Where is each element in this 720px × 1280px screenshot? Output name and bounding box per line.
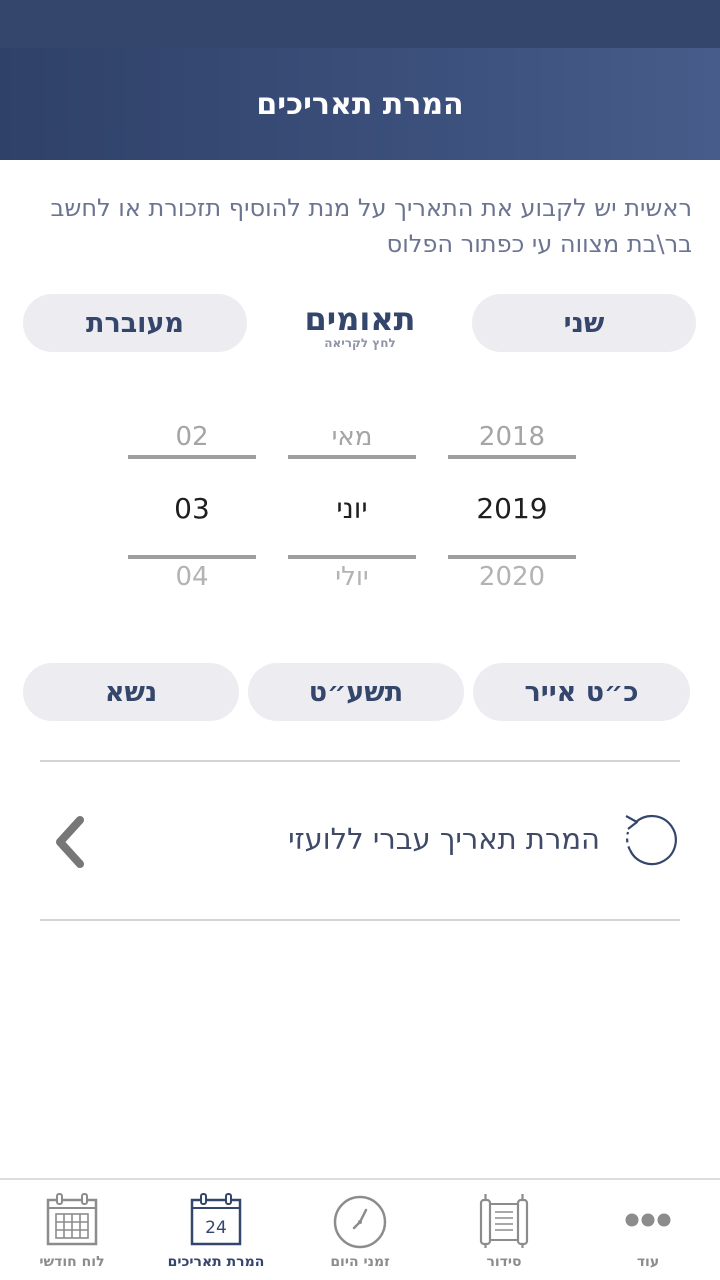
status-bar	[0, 0, 720, 48]
calendar-badge: 24	[205, 1218, 227, 1238]
convert-hebrew-to-gregorian-row[interactable]: המרת תאריך עברי ללועזי	[40, 762, 680, 919]
tab-label: זמני היום	[330, 1254, 390, 1270]
tab-label: עוד	[636, 1254, 660, 1270]
year-next[interactable]: 2020	[448, 562, 576, 592]
day-picker[interactable]: 02 03 04	[128, 410, 256, 600]
tab-date-conversion[interactable]: 24 המרת תאריכים	[144, 1180, 288, 1280]
month-next[interactable]: יולי	[288, 562, 416, 592]
day-next[interactable]: 04	[128, 562, 256, 592]
refresh-icon	[625, 814, 677, 866]
tab-label: לוח חודשי	[39, 1254, 105, 1270]
scroll-icon	[479, 1194, 529, 1248]
tab-monthly-calendar[interactable]: לוח חודשי	[0, 1180, 144, 1280]
tab-label: סידור	[486, 1254, 522, 1270]
more-dots-icon	[625, 1213, 671, 1227]
section-divider	[40, 919, 680, 921]
tab-more[interactable]: עוד	[576, 1180, 720, 1280]
intro-text: ראשית יש לקבוע את התאריך על מנת להוסיף ת…	[50, 194, 692, 258]
tab-day-times[interactable]: זמני היום	[288, 1180, 432, 1280]
zodiac-name: תאומים	[304, 300, 416, 338]
day-prev[interactable]: 02	[128, 422, 256, 452]
picker-divider	[128, 555, 256, 559]
day-current[interactable]: 03	[128, 492, 256, 525]
bottom-tab-bar: לוח חודשי 24 המרת תאריכים זמני היום סידו…	[0, 1178, 720, 1280]
zodiac-button[interactable]: תאומים לחץ לקריאה	[260, 300, 460, 350]
tab-siddur[interactable]: סידור	[432, 1180, 576, 1280]
picker-divider	[448, 455, 576, 459]
month-picker[interactable]: מאי יוני יולי	[288, 410, 416, 600]
month-prev[interactable]: מאי	[288, 422, 416, 452]
page-title: המרת תאריכים	[256, 86, 464, 122]
month-current[interactable]: יוני	[288, 492, 416, 525]
zodiac-hint: לחץ לקריאה	[324, 336, 396, 350]
hebrew-year-button[interactable]: תשע״ט	[248, 663, 464, 721]
picker-divider	[288, 455, 416, 459]
clock-icon	[333, 1195, 387, 1249]
picker-divider	[128, 455, 256, 459]
picker-divider	[448, 555, 576, 559]
year-picker[interactable]: 2018 2019 2020	[448, 410, 576, 600]
calendar-24-icon: 24	[190, 1193, 242, 1246]
chevron-left-icon[interactable]	[50, 814, 90, 870]
picker-divider	[288, 555, 416, 559]
parasha-button[interactable]: נשא	[23, 663, 239, 721]
calendar-grid-icon	[46, 1193, 98, 1246]
year-prev[interactable]: 2018	[448, 422, 576, 452]
app-header: המרת תאריכים	[0, 48, 720, 160]
hebrew-date-button[interactable]: כ״ט אייר	[473, 663, 690, 721]
leap-year-button[interactable]: מעוברת	[23, 294, 247, 352]
weekday-button[interactable]: שני	[472, 294, 696, 352]
convert-label: המרת תאריך עברי ללועזי	[288, 822, 600, 856]
tab-label: המרת תאריכים	[167, 1254, 265, 1270]
year-current[interactable]: 2019	[448, 492, 576, 525]
